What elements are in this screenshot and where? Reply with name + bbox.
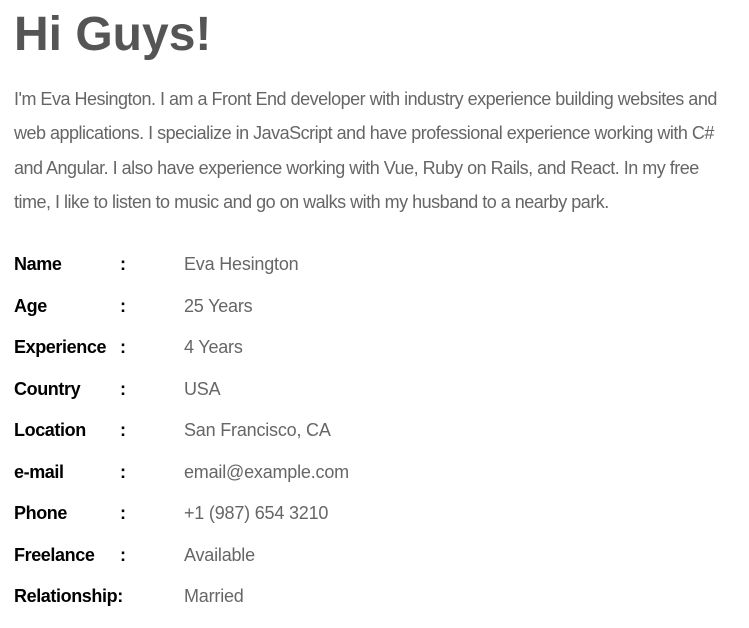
intro-paragraph: I'm Eva Hesington. I am a Front End deve…: [14, 89, 717, 212]
info-row-country: Country : USA: [14, 377, 735, 419]
info-value: San Francisco, CA: [184, 420, 331, 441]
info-row-age: Age : 25 Years: [14, 294, 735, 336]
info-colon: :: [120, 544, 126, 565]
info-colon: :: [120, 378, 126, 399]
info-value: +1 (987) 654 3210: [184, 503, 329, 524]
personal-info-list: Name : Eva Hesington Age : 25 Years Expe…: [14, 252, 735, 626]
info-row-email: e-mail : email@example.com: [14, 460, 735, 502]
info-label: Age: [14, 295, 47, 316]
about-section: Hi Guys! I'm Eva Hesington. I am a Front…: [0, 0, 735, 626]
info-label: Country: [14, 378, 81, 399]
info-row-location: Location : San Francisco, CA: [14, 418, 735, 460]
info-label: Experience: [14, 337, 107, 358]
info-colon: :: [120, 461, 126, 482]
info-row-phone: Phone : +1 (987) 654 3210: [14, 501, 735, 543]
info-value: Married: [184, 586, 244, 607]
info-row-name: Name : Eva Hesington: [14, 252, 735, 294]
info-value: Eva Hesington: [184, 254, 299, 275]
info-row-relationship: Relationship: Married: [14, 584, 735, 626]
info-colon: :: [120, 295, 126, 316]
info-label: Name: [14, 254, 62, 275]
info-label: Freelance: [14, 544, 95, 565]
info-value: USA: [184, 378, 221, 399]
page-title: Hi Guys!: [14, 8, 212, 61]
info-row-experience: Experience : 4 Years: [14, 335, 735, 377]
info-value: 4 Years: [184, 337, 243, 358]
info-value: Available: [184, 544, 255, 565]
info-label: e-mail: [14, 461, 64, 482]
info-value: email@example.com: [184, 461, 349, 482]
info-label: Location: [14, 420, 86, 441]
info-value: 25 Years: [184, 295, 253, 316]
info-label: Relationship:: [14, 586, 123, 607]
info-label: Phone: [14, 503, 68, 524]
info-colon: :: [120, 337, 126, 358]
info-colon: :: [120, 420, 126, 441]
info-colon: :: [120, 254, 126, 275]
info-colon: :: [120, 503, 126, 524]
info-row-freelance: Freelance : Available: [14, 543, 735, 585]
